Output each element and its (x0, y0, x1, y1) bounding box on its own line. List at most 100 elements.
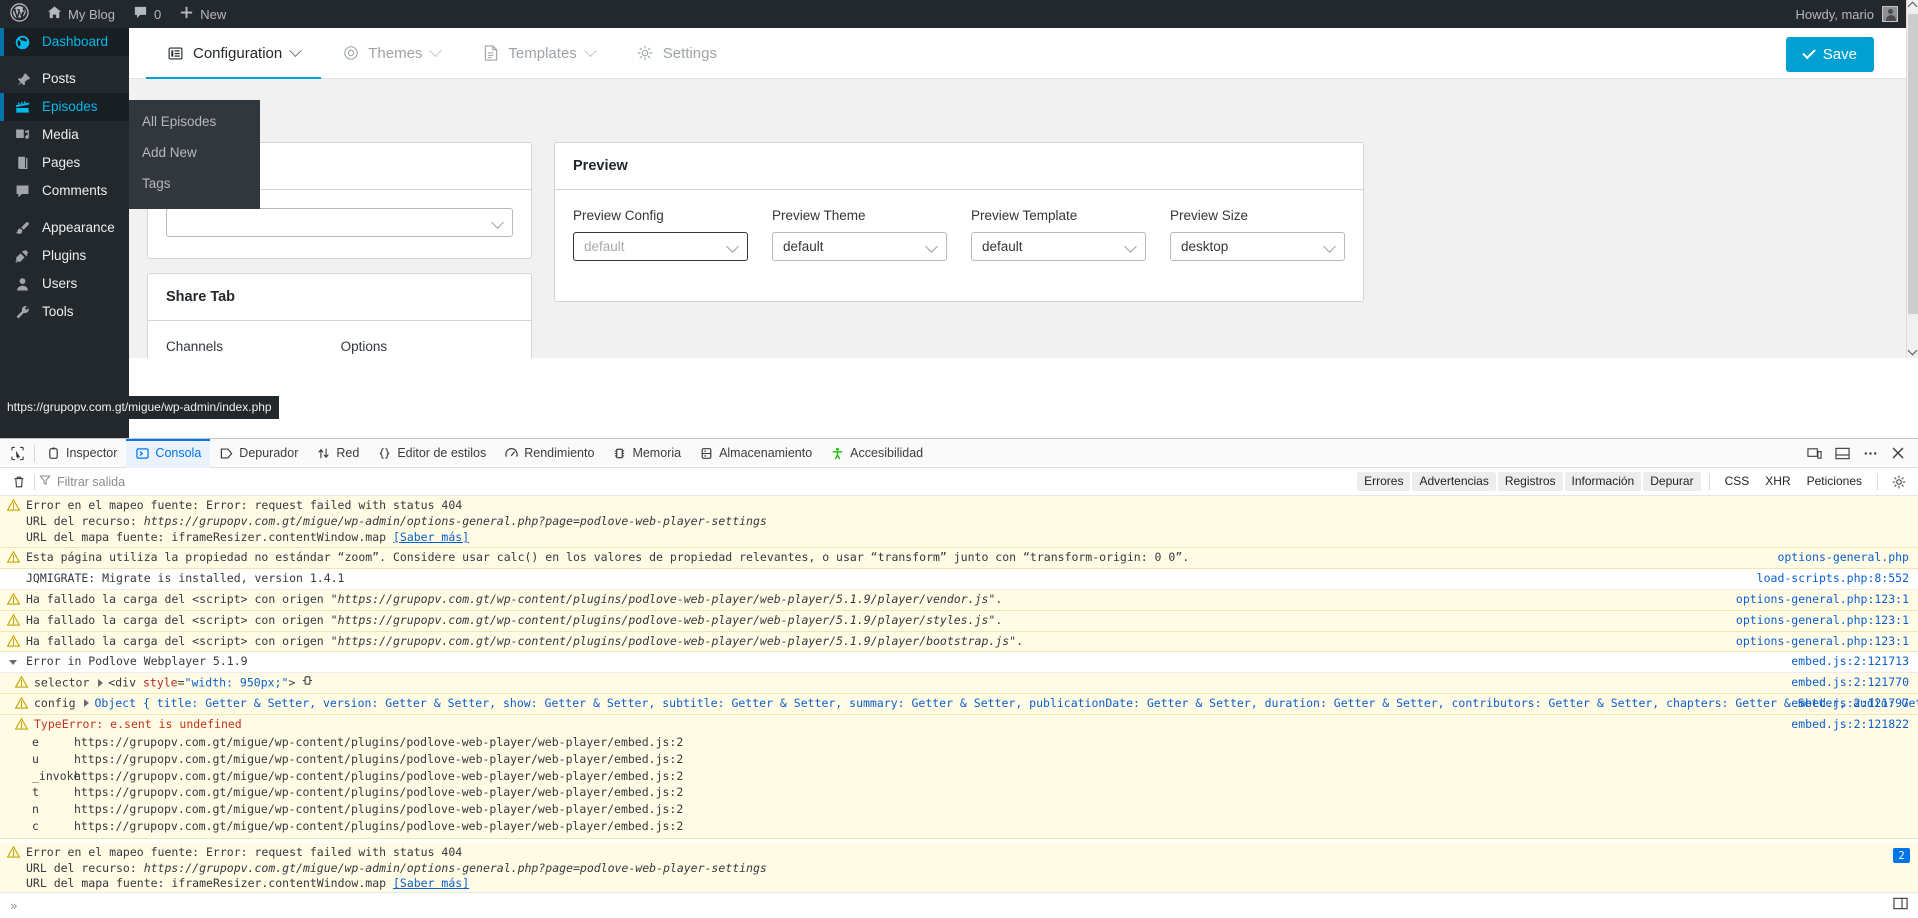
submenu-item-add-new[interactable]: Add New (129, 138, 260, 169)
stack-frame[interactable]: t https://grupopv.com.gt/migue/wp-content… (8, 787, 1918, 799)
howdy-label[interactable]: Howdy, mario (1795, 0, 1874, 28)
filter-registros[interactable]: Registros (1497, 472, 1563, 491)
preview-config-select[interactable]: default (573, 232, 748, 261)
stack-url[interactable]: https://grupopv.com.gt/migue/wp-content/… (74, 787, 683, 799)
console-message[interactable]: Ha fallado la carga del <script> con ori… (0, 631, 1918, 653)
console-message[interactable]: Error en el mapeo fuente: Error: request… (0, 496, 1918, 549)
devtools-tab-accesibilidad[interactable]: Accesibilidad (821, 439, 932, 468)
preview-size-select[interactable]: desktop (1170, 232, 1345, 261)
scroll-down-arrow-icon[interactable] (1907, 345, 1918, 356)
warning-count-badge[interactable]: 2 (1893, 848, 1910, 863)
console-message-source[interactable]: embed.js:2:121770 (1791, 675, 1909, 691)
sidebar-item-dashboard[interactable]: Dashboard (0, 28, 129, 56)
sidebar-item-pages[interactable]: Pages (0, 149, 129, 177)
filter-input[interactable]: Filtrar salida (39, 474, 125, 489)
sidebar-item-appearance[interactable]: Appearance (0, 214, 129, 242)
learn-more-link[interactable]: [Saber más] (393, 876, 469, 890)
sidebar-item-media[interactable]: Media (0, 121, 129, 149)
triangle-right-icon[interactable] (98, 678, 104, 687)
devtools-tab-almacenamiento[interactable]: Almacenamiento (690, 439, 821, 468)
stack-url[interactable]: https://grupopv.com.gt/migue/wp-content/… (74, 820, 683, 833)
split-console-icon[interactable] (1829, 440, 1855, 466)
devtools-tab-inspector[interactable]: Inspector (37, 439, 126, 468)
console-typeerror-row[interactable]: TypeError: e.sent is undefined embed.js:… (0, 715, 1918, 839)
filter-advertencias[interactable]: Advertencias (1412, 472, 1496, 491)
console-message[interactable]: Esta página utiliza la propiedad no está… (0, 548, 1918, 570)
scrollbar-thumb[interactable] (1908, 14, 1918, 314)
console-group-header[interactable]: Error in Podlove Webplayer 5.1.9 embed.j… (0, 652, 1918, 674)
preview-template-select[interactable]: default (971, 232, 1146, 261)
devtools-tab-editor-de-estilos[interactable]: Editor de estilos (368, 439, 495, 468)
devtools-tab-consola[interactable]: Consola (126, 438, 211, 468)
new-content-button[interactable]: New (170, 0, 235, 28)
stack-url[interactable]: https://grupopv.com.gt/migue/wp-content/… (74, 736, 683, 749)
submenu-item-tags[interactable]: Tags (129, 169, 260, 200)
filter-errores[interactable]: Errores (1357, 472, 1411, 491)
node-picker-icon[interactable] (2, 446, 32, 461)
devtools-tab-red[interactable]: Red (307, 439, 368, 468)
user-avatar-icon[interactable] (1882, 6, 1898, 22)
filter-informacion[interactable]: Información (1564, 472, 1642, 491)
submenu-item-all-episodes[interactable]: All Episodes (129, 107, 260, 138)
stack-frame[interactable]: u https://grupopv.com.gt/migue/wp-content… (8, 753, 1918, 766)
console-message-source[interactable]: options-general.php:123:1 (1736, 592, 1909, 608)
site-name-button[interactable]: My Blog (38, 0, 124, 28)
devtools-tab-memoria[interactable]: Memoria (603, 439, 690, 468)
stack-frame[interactable]: n https://grupopv.com.gt/migue/wp-content… (8, 803, 1918, 816)
filter-xhr[interactable]: XHR (1758, 472, 1797, 491)
console-selector-row[interactable]: selector <div style="width: 950px;"> emb… (0, 673, 1918, 695)
page-scrollbar[interactable] (1906, 0, 1918, 358)
stack-url[interactable]: https://grupopv.com.gt/migue/wp-content/… (74, 770, 683, 783)
filter-depurar[interactable]: Depurar (1643, 472, 1701, 491)
tab-settings[interactable]: Settings (616, 28, 738, 79)
console-message-source[interactable]: options-general.php (1777, 550, 1909, 566)
stack-url[interactable]: https://grupopv.com.gt/migue/wp-content/… (74, 803, 683, 816)
stack-url[interactable]: https://grupopv.com.gt/migue/wp-content/… (74, 753, 683, 766)
console-message[interactable]: Ha fallado la carga del <script> con ori… (0, 610, 1918, 632)
trash-icon[interactable] (6, 475, 32, 489)
console-output[interactable]: Error en el mapeo fuente: Error: request… (0, 496, 1918, 893)
preview-theme-select[interactable]: default (772, 232, 947, 261)
scroll-up-arrow-icon[interactable] (1907, 1, 1918, 12)
triangle-down-icon[interactable] (0, 654, 26, 666)
sidebar-item-users[interactable]: Users (0, 270, 129, 298)
filter-peticiones[interactable]: Peticiones (1800, 472, 1869, 491)
console-message-source[interactable]: options-general.php:123:1 (1736, 613, 1909, 629)
gear-icon[interactable] (1886, 469, 1912, 495)
open-editor-icon[interactable] (1893, 896, 1908, 916)
triangle-right-icon[interactable] (84, 699, 90, 708)
save-button[interactable]: Save (1785, 37, 1874, 72)
stack-frame[interactable]: e https://grupopv.com.gt/migue/wp-content… (8, 736, 1918, 749)
responsive-design-icon[interactable] (1801, 440, 1827, 466)
sidebar-item-episodes[interactable]: Episodes (0, 93, 129, 121)
sidebar-item-posts[interactable]: Posts (0, 65, 129, 93)
console-input-bar[interactable]: » (0, 892, 1918, 918)
sidebar-item-comments[interactable]: Comments (0, 177, 129, 205)
scroll-into-view-icon[interactable] (302, 675, 313, 691)
tab-configuration[interactable]: Configuration (146, 28, 322, 80)
close-icon[interactable] (1885, 440, 1911, 466)
console-message-source[interactable]: load-scripts.php:8:552 (1757, 571, 1909, 587)
console-message[interactable]: JQMIGRATE: Migrate is installed, version… (0, 569, 1918, 590)
learn-more-link[interactable]: [Saber más] (393, 530, 469, 544)
console-message[interactable]: Ha fallado la carga del <script> con ori… (0, 589, 1918, 611)
stack-frame[interactable]: _invoke https://grupopv.com.gt/migue/wp-c… (8, 770, 1918, 783)
wordpress-logo-button[interactable] (0, 0, 38, 28)
comments-button[interactable]: 0 (124, 0, 170, 28)
console-message-source[interactable]: options-general.php:123:1 (1736, 634, 1909, 650)
console-message-source[interactable]: embed.js:2:121797 (1791, 696, 1909, 712)
console-message-source[interactable]: embed.js:2:121822 (1791, 717, 1909, 733)
filter-css[interactable]: CSS (1718, 472, 1757, 491)
devtools-tab-rendimiento[interactable]: Rendimiento (495, 439, 603, 468)
devtools-tab-depurador[interactable]: Depurador (210, 439, 307, 468)
meatball-menu-icon[interactable] (1857, 440, 1883, 466)
tab-themes[interactable]: Themes (321, 28, 461, 79)
console-config-row[interactable]: config Object { title: Getter & Setter, … (0, 694, 1918, 716)
general-select[interactable] (166, 208, 513, 237)
sidebar-item-plugins[interactable]: Plugins (0, 242, 129, 270)
sidebar-item-tools[interactable]: Tools (0, 298, 129, 326)
stack-frame[interactable]: c https://grupopv.com.gt/migue/wp-content… (8, 820, 1918, 833)
console-message-source[interactable]: embed.js:2:121713 (1791, 654, 1909, 670)
console-message[interactable]: Error en el mapeo fuente: Error: request… (0, 842, 1918, 893)
tab-templates[interactable]: Templates (461, 28, 615, 79)
